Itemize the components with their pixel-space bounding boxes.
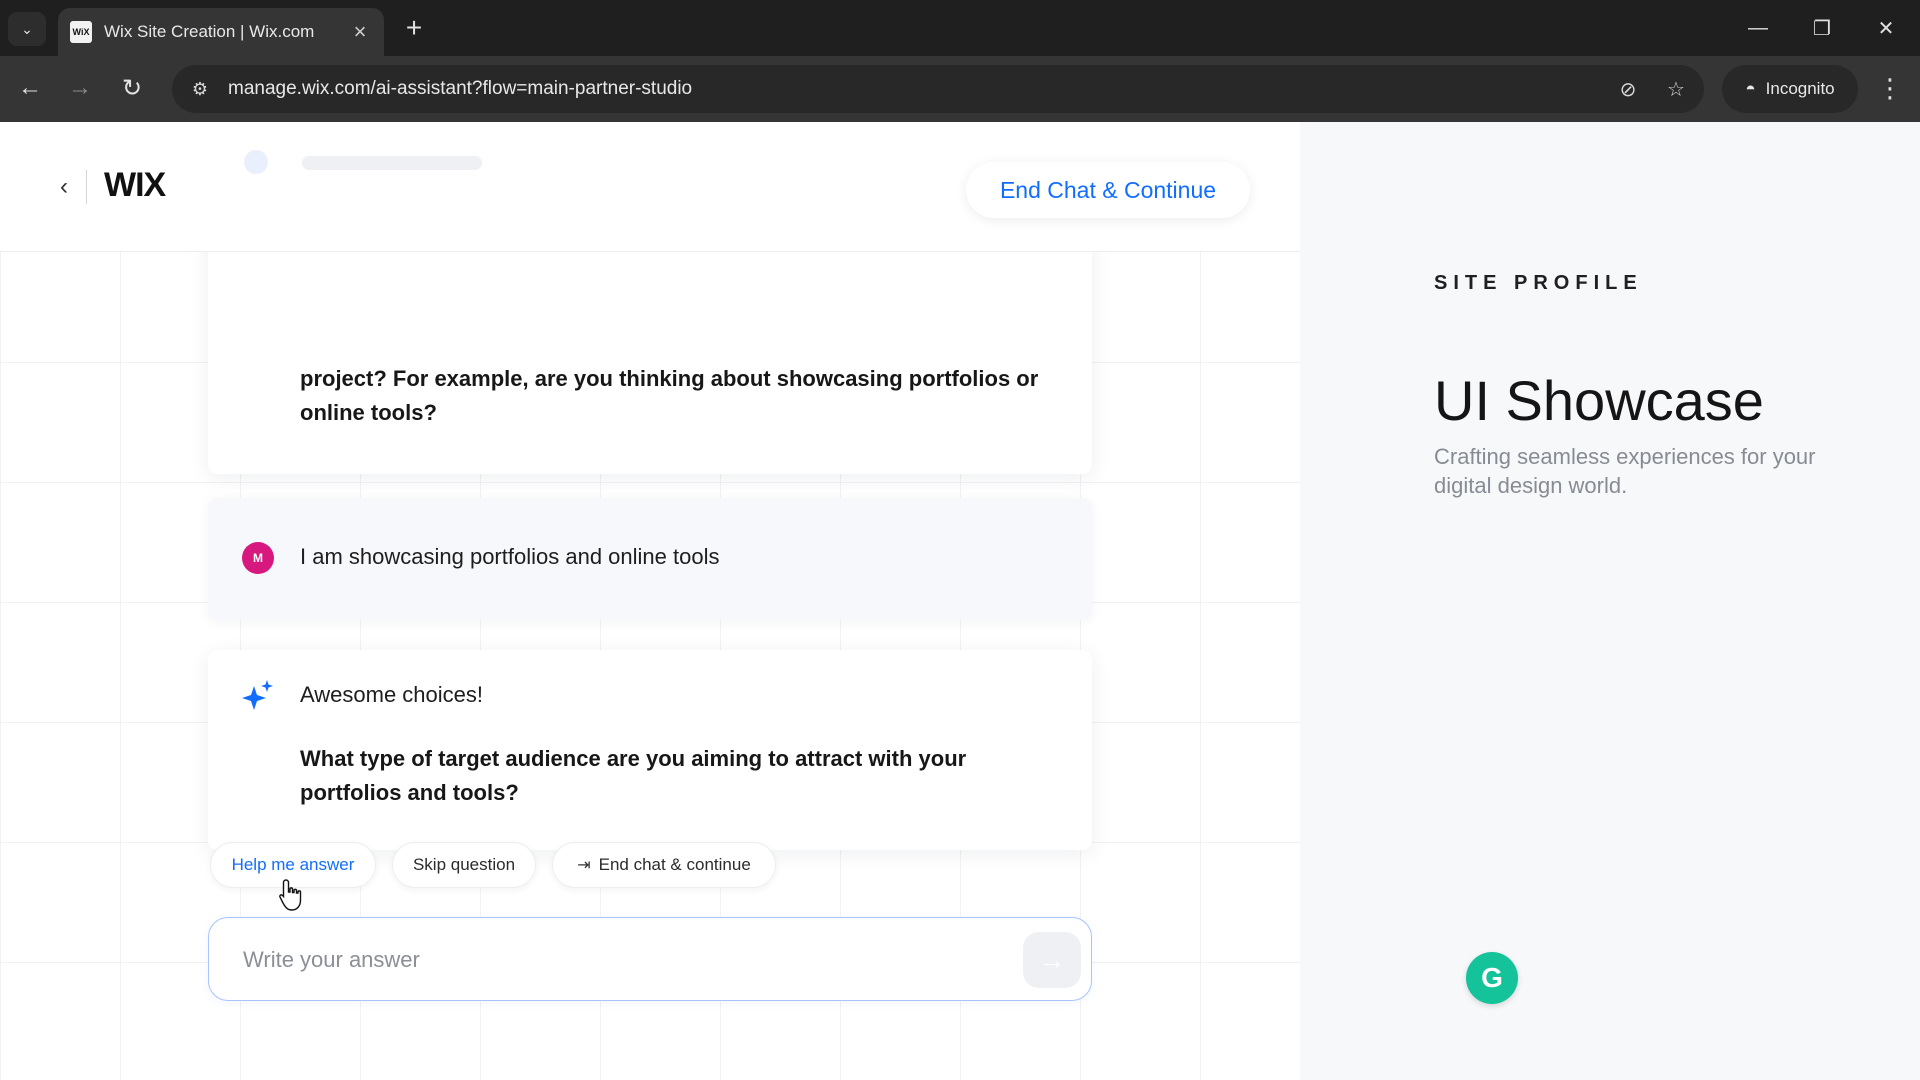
browser-tab-active[interactable]: WiX Wix Site Creation | Wix.com × [58, 8, 384, 56]
chevron-down-icon: ⌄ [21, 20, 33, 37]
end-chat-continue-chip[interactable]: ⇥ End chat & continue [552, 842, 776, 888]
back-chevron-icon[interactable]: ‹ [52, 172, 76, 202]
minimize-window-button[interactable]: — [1736, 10, 1780, 46]
header-divider [86, 170, 87, 204]
ai-question-text: What type of target audience are you aim… [300, 746, 967, 805]
user-message-text: I am showcasing portfolios and online to… [300, 544, 720, 569]
answer-composer: → [208, 917, 1092, 1001]
incognito-icon: ◓ [1745, 79, 1756, 98]
user-avatar: M [242, 542, 274, 574]
skip-question-label: Skip question [412, 855, 516, 874]
wix-logo[interactable]: WIX [104, 166, 166, 205]
tracking-protection-icon[interactable]: ⊘ [1608, 69, 1648, 109]
arrow-right-icon: → [1039, 944, 1065, 975]
user-message-card: M I am showcasing portfolios and online … [208, 498, 1092, 620]
help-me-answer-label: Help me answer [231, 855, 355, 874]
bookmark-star-icon[interactable]: ☆ [1656, 69, 1696, 109]
faded-message-line [302, 156, 482, 170]
site-settings-icon[interactable]: ⚙ [180, 69, 220, 109]
answer-input[interactable] [243, 940, 1003, 980]
back-button[interactable]: ← [10, 68, 50, 108]
site-profile-tagline: Crafting seamless experiences for your d… [1434, 444, 1816, 498]
ai-message-card: project? For example, are you thinking a… [208, 222, 1092, 474]
skip-question-button[interactable]: Skip question [392, 842, 536, 888]
url-text[interactable]: manage.wix.com/ai-assistant?flow=main-pa… [228, 78, 1608, 100]
close-window-button[interactable]: ✕ [1864, 10, 1908, 46]
ai-message-card: Awesome choices! What type of target aud… [208, 650, 1092, 850]
end-chat-continue-label: End chat & continue [598, 855, 751, 874]
site-profile-label: SITE PROFILE [1434, 272, 1643, 294]
browser-tab-bar: ⌄ WiX Wix Site Creation | Wix.com × + — … [0, 0, 1920, 56]
browser-toolbar: ← → ↻ ⚙ manage.wix.com/ai-assistant?flow… [0, 56, 1920, 122]
browser-menu-button[interactable]: ⋮ [1870, 68, 1910, 108]
send-button[interactable]: → [1023, 932, 1081, 988]
forward-button[interactable]: → [60, 68, 100, 108]
restore-window-button[interactable]: ❐ [1800, 10, 1844, 46]
grammarly-icon[interactable]: G [1466, 952, 1518, 1004]
new-tab-button[interactable]: + [396, 10, 432, 46]
app-header: ‹ WIX End Chat & Continue [0, 122, 1300, 252]
chat-pane: project? For example, are you thinking a… [0, 122, 1300, 1080]
end-chat-continue-button[interactable]: End Chat & Continue [966, 162, 1250, 218]
exit-icon: ⇥ [577, 857, 591, 874]
ai-question-text: project? For example, are you thinking a… [300, 366, 1039, 425]
wix-favicon-icon: WiX [70, 21, 92, 43]
close-tab-icon[interactable]: × [348, 19, 372, 45]
hand-cursor-icon [279, 879, 302, 911]
ai-sparkle-icon [242, 680, 273, 710]
site-profile-title: UI Showcase [1434, 369, 1764, 432]
ai-intro-text: Awesome choices! [300, 682, 484, 707]
address-bar[interactable]: ⚙ manage.wix.com/ai-assistant?flow=main-… [172, 65, 1704, 113]
site-profile-pane: SITE PROFILE UI Showcase Crafting seamle… [1300, 122, 1920, 1080]
tab-search-dropdown[interactable]: ⌄ [8, 12, 46, 46]
incognito-label: Incognito [1765, 79, 1835, 98]
incognito-indicator[interactable]: ◓ Incognito [1722, 65, 1858, 113]
page-content: project? For example, are you thinking a… [0, 122, 1920, 1080]
reload-button[interactable]: ↻ [112, 68, 152, 108]
tab-title: Wix Site Creation | Wix.com [104, 22, 315, 41]
faded-ai-icon [244, 150, 268, 174]
